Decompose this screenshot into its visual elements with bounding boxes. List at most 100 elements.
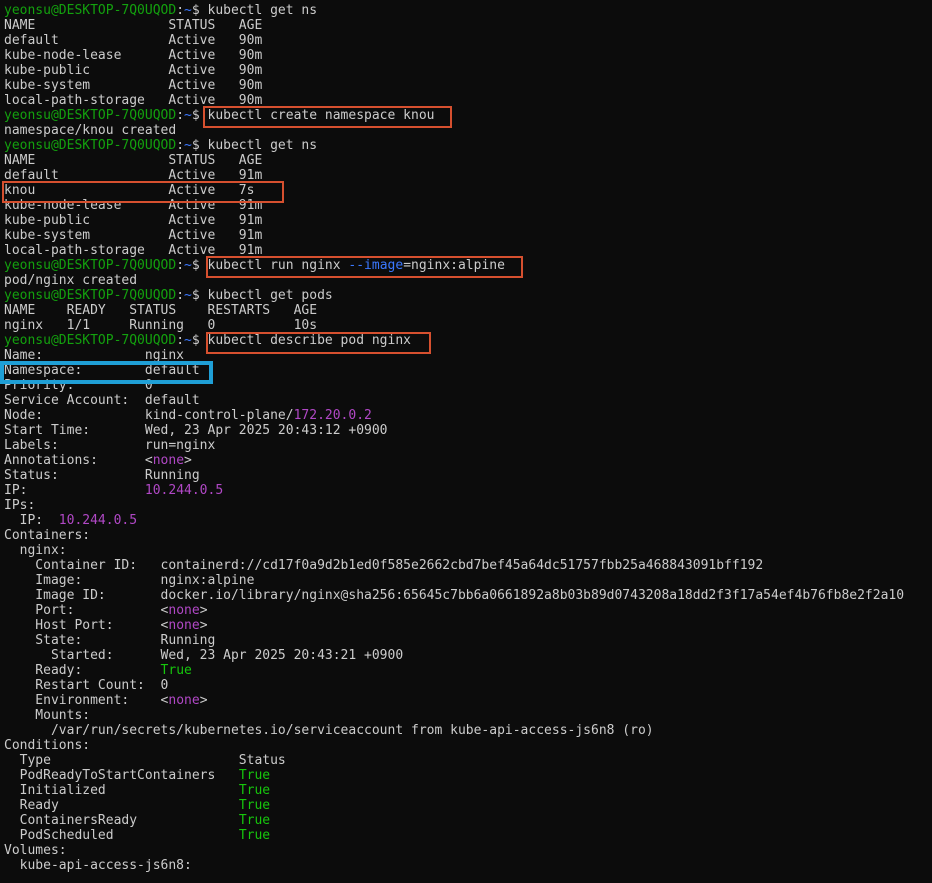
terminal-output-line: default Active 90m (4, 33, 932, 48)
terminal-output-line: Image: nginx:alpine (4, 573, 932, 588)
terminal-text: Conditions: (4, 738, 91, 753)
terminal-output-line: knou Active 7s (4, 183, 932, 198)
terminal-output-line: kube-system Active 90m (4, 78, 932, 93)
terminal-text: kube-api-access-js6n8: (4, 858, 192, 873)
terminal-output-line: kube-public Active 91m (4, 213, 932, 228)
terminal-text: > (184, 453, 192, 468)
terminal-text: IP: (4, 513, 59, 528)
terminal-text: NAME STATUS AGE (4, 18, 263, 33)
terminal-text: Image ID: docker.io/library/nginx@sha256… (4, 588, 905, 603)
terminal-text: Ready (4, 798, 239, 813)
terminal-text: nginx 1/1 Running 0 10s (4, 318, 318, 333)
terminal-text: Node: kind-control-plane/ (4, 408, 294, 423)
terminal-text: default Active 91m (4, 168, 263, 183)
terminal-output-line: Restart Count: 0 (4, 678, 932, 693)
terminal-text: none (168, 693, 200, 708)
terminal-text: kube-system Active 90m (4, 78, 263, 93)
terminal-text: 10.244.0.5 (58, 513, 138, 528)
terminal-output-line: namespace/knou created (4, 123, 932, 138)
terminal-output-line: ContainersReady True (4, 813, 932, 828)
terminal-text: Started: Wed, 23 Apr 2025 20:43:21 +0900 (4, 648, 404, 663)
terminal-output-line: Ready True (4, 798, 932, 813)
terminal-text: Restart Count: 0 (4, 678, 169, 693)
terminal-output-line: pod/nginx created (4, 273, 932, 288)
terminal-text: $ kubectl get ns (191, 3, 318, 18)
terminal-text: 10.244.0.5 (144, 483, 224, 498)
terminal-text: True (160, 663, 192, 678)
terminal-text: Name: nginx (4, 348, 185, 363)
terminal-text: > (199, 618, 208, 633)
terminal-output-line: default Active 91m (4, 168, 932, 183)
terminal-output-line: Environment: <none> (4, 693, 932, 708)
terminal-text: Namespace: default (4, 363, 200, 378)
terminal-text: kube-public Active 91m (4, 213, 263, 228)
terminal-output-line: Annotations: <none> (4, 453, 932, 468)
terminal-output-line: Host Port: <none> (4, 618, 932, 633)
terminal-output-line: Containers: (4, 528, 932, 543)
terminal-text: True (238, 783, 271, 798)
terminal-output-line: Conditions: (4, 738, 932, 753)
terminal-output-line: Namespace: default (4, 363, 932, 378)
terminal-prompt-line: yeonsu@DESKTOP-7Q0UQOD:~$ kubectl create… (4, 108, 932, 123)
terminal-text: $ kubectl run nginx (191, 258, 349, 273)
terminal-output-line: Port: <none> (4, 603, 932, 618)
terminal-output-line: /var/run/secrets/kubernetes.io/serviceac… (4, 723, 932, 738)
terminal-text: $ kubectl create namespace knou (191, 108, 435, 123)
terminal-output-line: kube-api-access-js6n8: (4, 858, 932, 873)
terminal-text: =nginx:alpine (403, 258, 505, 273)
terminal-text: Port: (4, 603, 161, 618)
terminal-text: Host Port: (4, 618, 161, 633)
terminal-text: IP: (4, 483, 145, 498)
terminal-text: ContainersReady (4, 813, 239, 828)
terminal-text: Mounts: (4, 708, 91, 723)
terminal-text: > (199, 603, 208, 618)
terminal-text: Type Status (4, 753, 286, 768)
terminal-text: PodScheduled (4, 828, 239, 843)
terminal-output-line: NAME STATUS AGE (4, 153, 932, 168)
terminal-text: knou Active 7s (4, 183, 255, 198)
terminal-output-line: Image ID: docker.io/library/nginx@sha256… (4, 588, 932, 603)
terminal-text: $ kubectl get pods (191, 288, 333, 303)
terminal-text: ~ (184, 333, 192, 348)
terminal-text: : (176, 333, 185, 348)
terminal-text: ~ (184, 288, 192, 303)
terminal-text: IPs: (4, 498, 36, 513)
terminal-output[interactable]: yeonsu@DESKTOP-7Q0UQOD:~$ kubectl get ns… (4, 3, 932, 873)
terminal-text: : (176, 108, 185, 123)
terminal-text: $ kubectl get ns (191, 138, 318, 153)
terminal-text: Container ID: containerd://cd17f0a9d2b1e… (4, 558, 764, 573)
terminal-text: Service Account: default (4, 393, 200, 408)
terminal-output-line: Priority: 0 (4, 378, 932, 393)
terminal-text: True (238, 813, 271, 828)
prompt-user-host: yeonsu@DESKTOP-7Q0UQOD (4, 108, 177, 123)
terminal-output-line: Mounts: (4, 708, 932, 723)
terminal-text: Image: nginx:alpine (4, 573, 255, 588)
terminal-output-line: NAME READY STATUS RESTARTS AGE (4, 303, 932, 318)
terminal-text: pod/nginx created (4, 273, 138, 288)
terminal-text: 172.20.0.2 (293, 408, 372, 423)
terminal-output-line: Service Account: default (4, 393, 932, 408)
terminal-prompt-line: yeonsu@DESKTOP-7Q0UQOD:~$ kubectl descri… (4, 333, 932, 348)
terminal-text: none (168, 618, 200, 633)
terminal-text: ~ (184, 108, 192, 123)
terminal-output-line: Ready: True (4, 663, 932, 678)
terminal-text: kube-node-lease Active 91m (4, 198, 263, 213)
prompt-user-host: yeonsu@DESKTOP-7Q0UQOD (4, 333, 177, 348)
terminal-output-line: Status: Running (4, 468, 932, 483)
terminal-output-line: IP: 10.244.0.5 (4, 513, 932, 528)
terminal-text: ~ (184, 258, 192, 273)
terminal-text: namespace/knou created (4, 123, 177, 138)
terminal-text: State: Running (4, 633, 216, 648)
terminal-text: none (168, 603, 200, 618)
terminal-text: kube-public Active 90m (4, 63, 263, 78)
terminal-text: Labels: run=nginx (4, 438, 216, 453)
terminal-output-line: local-path-storage Active 91m (4, 243, 932, 258)
terminal-text: > (199, 693, 208, 708)
prompt-user-host: yeonsu@DESKTOP-7Q0UQOD (4, 138, 177, 153)
terminal-text: : (176, 258, 185, 273)
terminal-text: NAME READY STATUS RESTARTS AGE (4, 303, 318, 318)
terminal-output-line: kube-node-lease Active 91m (4, 198, 932, 213)
terminal-text: < (144, 453, 153, 468)
terminal-output-line: nginx: (4, 543, 932, 558)
terminal-prompt-line: yeonsu@DESKTOP-7Q0UQOD:~$ kubectl get po… (4, 288, 932, 303)
